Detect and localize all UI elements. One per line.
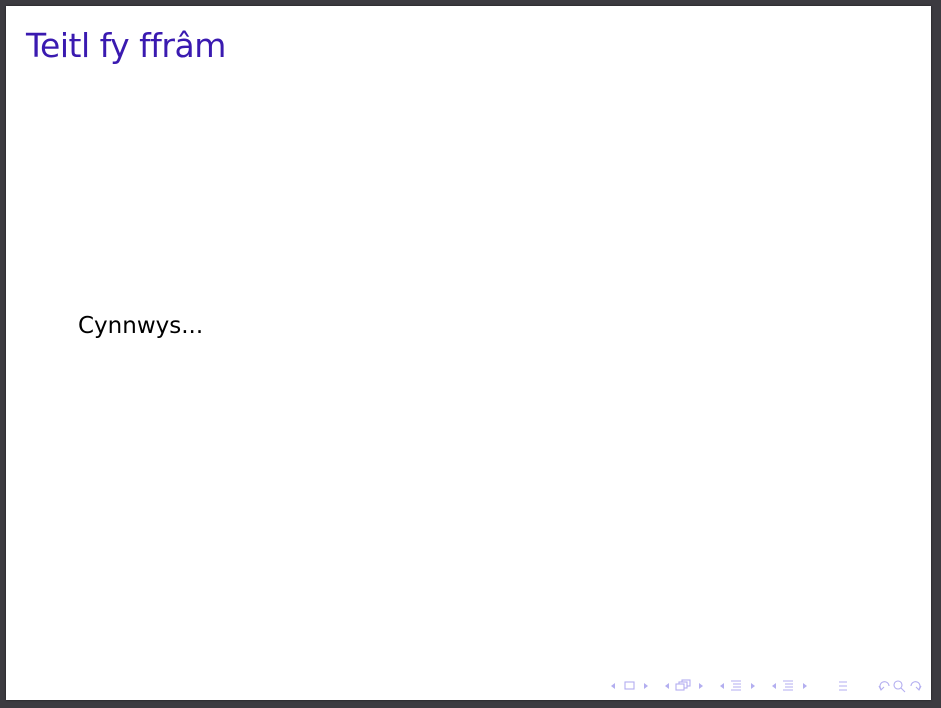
back-button[interactable]: [878, 681, 890, 691]
prev-presentation-button[interactable]: [772, 683, 776, 689]
next-presentation-button[interactable]: [803, 683, 807, 689]
forward-button[interactable]: [910, 681, 922, 691]
presentation-button[interactable]: [783, 680, 793, 691]
next-subsection-button[interactable]: [699, 683, 703, 689]
prev-frame-button[interactable]: [611, 683, 615, 689]
frame-title: Teitl fy ffrâm: [26, 26, 226, 65]
section-icon: [731, 680, 741, 691]
subsection-button[interactable]: [675, 679, 691, 691]
navigation-bar: [609, 678, 923, 694]
search-icon: [893, 680, 906, 693]
appendix-button[interactable]: [839, 681, 847, 691]
appendix-icon: [839, 681, 847, 691]
forward-icon: [910, 681, 922, 691]
search-button[interactable]: [893, 680, 906, 693]
prev-arrow-icon: [611, 683, 615, 689]
navigation-symbols: [611, 679, 922, 693]
back-icon: [878, 681, 890, 691]
next-section-button[interactable]: [751, 683, 755, 689]
next-arrow-icon: [644, 683, 648, 689]
subsection-icon: [675, 679, 691, 691]
frame-body: Cynnwys...: [78, 313, 204, 339]
prev-arrow-icon: [720, 683, 724, 689]
next-frame-button[interactable]: [644, 683, 648, 689]
prev-section-button[interactable]: [720, 683, 724, 689]
prev-arrow-icon: [665, 683, 669, 689]
next-arrow-icon: [751, 683, 755, 689]
prev-subsection-button[interactable]: [665, 683, 669, 689]
next-arrow-icon: [699, 683, 703, 689]
prev-arrow-icon: [772, 683, 776, 689]
frame-icon: [624, 681, 635, 690]
next-arrow-icon: [803, 683, 807, 689]
frame-button[interactable]: [624, 681, 635, 690]
section-button[interactable]: [731, 680, 741, 691]
slide: Teitl fy ffrâm Cynnwys...: [6, 6, 931, 700]
presentation-icon: [783, 680, 793, 691]
